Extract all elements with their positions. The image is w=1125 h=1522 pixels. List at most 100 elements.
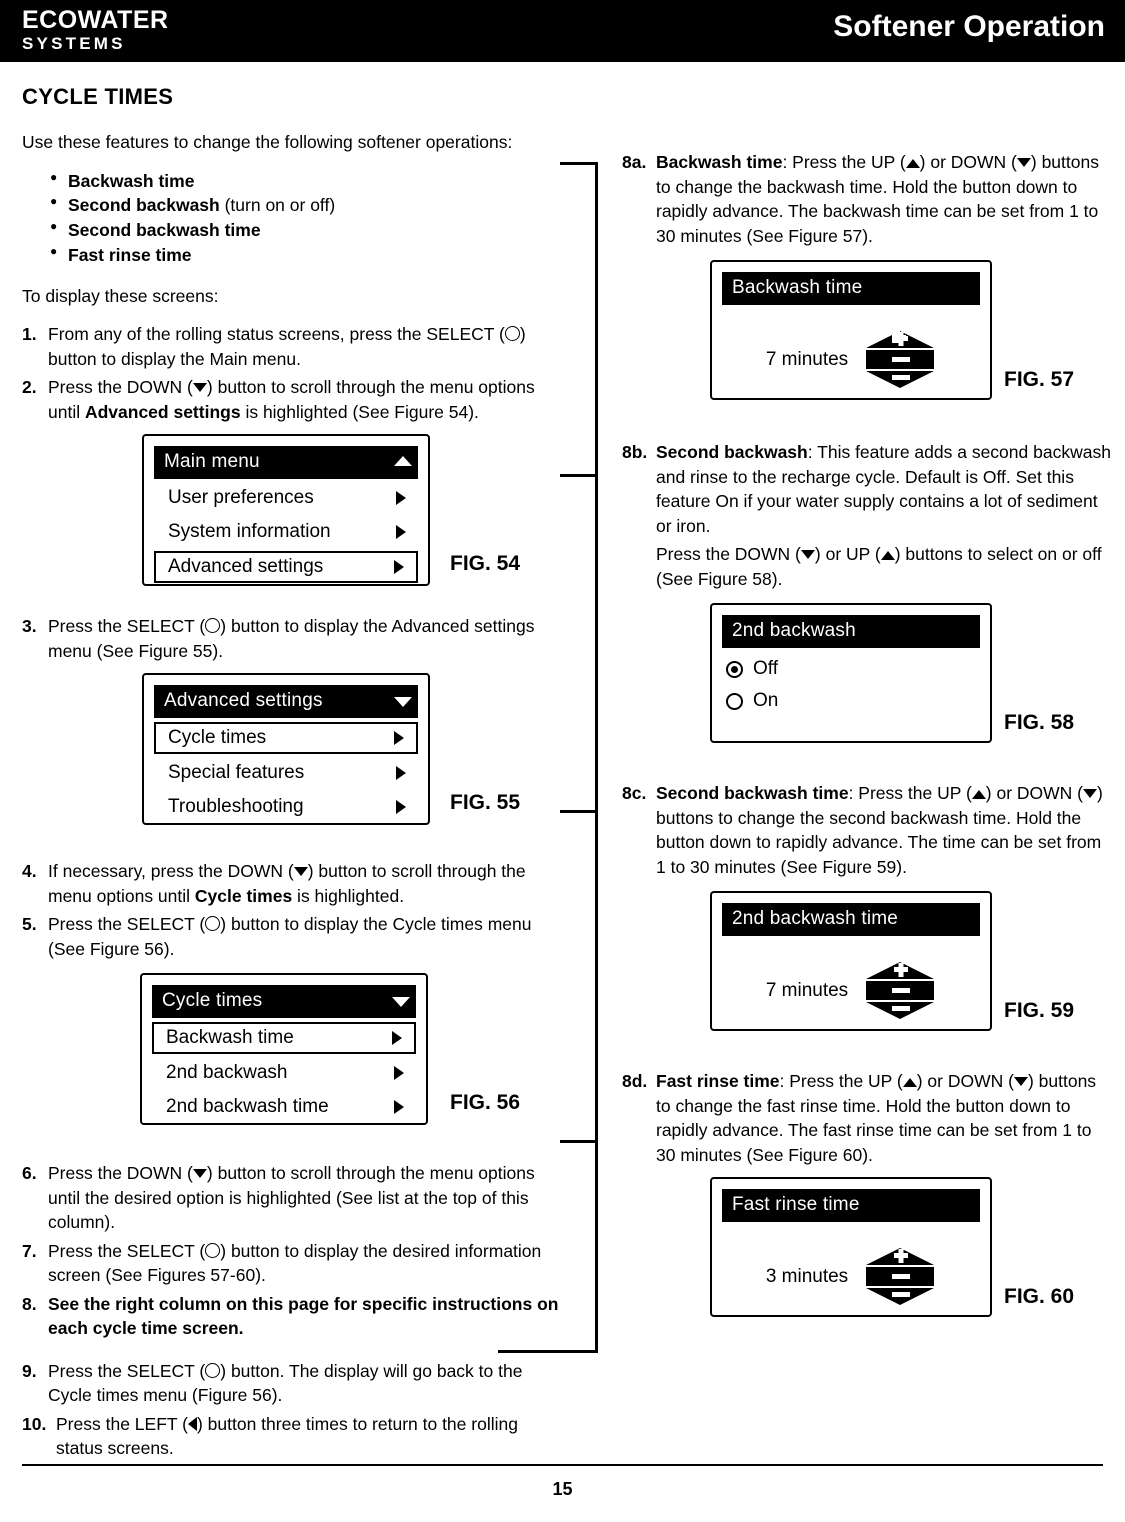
bullet-bold-text: Second backwash time bbox=[68, 220, 261, 241]
chevron-right-icon bbox=[396, 491, 406, 506]
menu-item-label: Troubleshooting bbox=[168, 796, 304, 818]
step-text-a: Press the DOWN ( bbox=[48, 1163, 193, 1184]
list-item: Backwash time bbox=[50, 169, 567, 194]
lcd-title: Backwash time bbox=[722, 272, 980, 305]
bracket-branch-8a bbox=[560, 162, 598, 165]
step-bold-text: Fast rinse time bbox=[656, 1071, 780, 1091]
step-text-a: Press the SELECT ( bbox=[48, 616, 206, 637]
bullet-bold-text: Backwash time bbox=[68, 170, 195, 191]
lcd-screen-fast-rinse-time: Fast rinse time 3 minutes bbox=[710, 1177, 992, 1317]
menu-item-user-preferences[interactable]: User preferences bbox=[154, 483, 418, 513]
lcd-title: Advanced settings bbox=[154, 685, 418, 719]
step-bold-text: Second backwash bbox=[656, 442, 808, 462]
chevron-right-icon bbox=[394, 1066, 404, 1081]
step-8b: 8b. Second backwash: This feature adds a… bbox=[622, 440, 1112, 538]
step-text-3: ) or UP ( bbox=[814, 544, 881, 564]
menu-item-label: 2nd backwash bbox=[166, 1062, 288, 1084]
section-title: CYCLE TIMES bbox=[22, 84, 174, 109]
up-arrow-icon bbox=[880, 551, 895, 560]
menu-item-advanced-settings[interactable]: Advanced settings bbox=[154, 551, 418, 584]
step-2: 2. Press the DOWN () button to scroll th… bbox=[22, 375, 567, 424]
value-text: 3 minutes bbox=[765, 1266, 849, 1287]
header-title: Softener Operation bbox=[833, 10, 1105, 43]
figure-58: 2nd backwash Off On FIG. 58 bbox=[622, 603, 1112, 771]
chevron-right-icon bbox=[394, 1100, 404, 1115]
figure-label-57: FIG. 57 bbox=[1004, 368, 1075, 391]
step-9: 9. Press the SELECT () button. The displ… bbox=[22, 1359, 567, 1408]
radio-option-off[interactable]: Off bbox=[726, 658, 990, 680]
step-8b-cont: Press the DOWN () or UP () buttons to se… bbox=[622, 542, 1112, 591]
figure-label-58: FIG. 58 bbox=[1004, 711, 1075, 734]
figure-label-56: FIG. 56 bbox=[450, 1091, 521, 1115]
up-arrow-icon bbox=[902, 1078, 917, 1087]
step-text-1: : Press the UP ( bbox=[848, 783, 972, 803]
bracket-branch-step8 bbox=[498, 1350, 598, 1353]
bullet-rest-text: (turn on or off) bbox=[219, 195, 336, 216]
menu-item-label: 2nd backwash time bbox=[166, 1096, 329, 1118]
radio-option-on[interactable]: On bbox=[726, 690, 990, 712]
menu-item-label: System information bbox=[168, 521, 331, 543]
down-arrow-icon bbox=[293, 867, 308, 877]
step-number: 8d. bbox=[622, 1071, 648, 1091]
step-number: 7. bbox=[22, 1240, 37, 1261]
step-bold-text: Advanced settings bbox=[84, 401, 241, 422]
menu-item-cycle-times[interactable]: Cycle times bbox=[154, 722, 418, 755]
plus-minus-icon bbox=[866, 1248, 935, 1305]
lcd-title: 2nd backwash time bbox=[722, 903, 980, 936]
plus-minus-control[interactable] bbox=[864, 329, 936, 391]
menu-item-system-information[interactable]: System information bbox=[154, 517, 418, 547]
step-number: 5. bbox=[22, 914, 37, 935]
figure-59: 2nd backwash time 7 minutes FIG. 59 bbox=[622, 891, 1112, 1059]
figure-57: Backwash time 7 minutes FIG. 57 bbox=[622, 260, 1112, 428]
value-adjust-row: 7 minutes bbox=[712, 960, 990, 1022]
down-arrow-icon bbox=[1013, 1077, 1028, 1086]
value-text: 7 minutes bbox=[765, 349, 849, 370]
step-bold-text: Cycle times bbox=[194, 885, 293, 906]
left-column: CYCLE TIMES Use these features to change… bbox=[22, 84, 567, 1465]
menu-item-label: Backwash time bbox=[166, 1027, 294, 1049]
right-column: 8a. Backwash time: Press the UP () or DO… bbox=[622, 150, 1112, 1337]
step-text-a: Press the SELECT ( bbox=[48, 1240, 206, 1261]
lcd-screen-main-menu: Main menu User preferences System inform… bbox=[142, 434, 430, 587]
list-item: Second backwash (turn on or off) bbox=[50, 193, 567, 218]
select-button-icon bbox=[504, 326, 520, 342]
chevron-right-icon bbox=[394, 731, 404, 746]
plus-minus-icon bbox=[866, 331, 935, 388]
step-text-c: is highlighted (See Figure 54). bbox=[240, 401, 479, 422]
menu-item-2nd-backwash-time[interactable]: 2nd backwash time bbox=[152, 1092, 416, 1122]
menu-item-troubleshooting[interactable]: Troubleshooting bbox=[154, 792, 418, 822]
step-number: 8b. bbox=[622, 442, 648, 462]
step-8c: 8c. Second backwash time: Press the UP (… bbox=[622, 781, 1112, 879]
plus-minus-control[interactable] bbox=[864, 1246, 936, 1308]
bullet-bold-text: Second backwash bbox=[68, 195, 220, 216]
step-8a: 8a. Backwash time: Press the UP () or DO… bbox=[622, 150, 1112, 248]
plus-minus-control[interactable] bbox=[864, 960, 936, 1022]
scroll-down-caret-icon bbox=[392, 997, 410, 1008]
step-5: 5. Press the SELECT () button to display… bbox=[22, 912, 567, 961]
step-text-c: is highlighted. bbox=[292, 885, 405, 906]
menu-item-special-features[interactable]: Special features bbox=[154, 758, 418, 788]
menu-item-backwash-time[interactable]: Backwash time bbox=[152, 1022, 416, 1055]
step-number: 8. bbox=[22, 1293, 37, 1314]
step-text-1: : Press the UP ( bbox=[782, 152, 906, 172]
lcd-screen-2nd-backwash: 2nd backwash Off On bbox=[710, 603, 992, 743]
down-arrow-icon bbox=[800, 550, 815, 559]
page-number: 15 bbox=[552, 1479, 573, 1499]
bracket-branch-8d bbox=[560, 1140, 598, 1143]
brand-name-line1: ECOWATER bbox=[22, 6, 169, 34]
figure-label-55: FIG. 55 bbox=[450, 791, 521, 815]
value-adjust-row: 7 minutes bbox=[712, 329, 990, 391]
step-text-a: Press the SELECT ( bbox=[48, 914, 206, 935]
feature-bullet-list: Backwash time Second backwash (turn on o… bbox=[22, 169, 567, 268]
lcd-screen-advanced-settings: Advanced settings Cycle times Special fe… bbox=[142, 673, 430, 826]
scroll-up-caret-icon bbox=[394, 456, 412, 467]
menu-item-label: User preferences bbox=[168, 487, 314, 509]
step-bold-text: Backwash time bbox=[656, 152, 783, 172]
step-number: 8c. bbox=[622, 783, 647, 803]
lcd-title: Fast rinse time bbox=[722, 1189, 980, 1222]
menu-item-2nd-backwash[interactable]: 2nd backwash bbox=[152, 1058, 416, 1088]
menu-item-label: Cycle times bbox=[168, 727, 267, 749]
chevron-right-icon bbox=[394, 560, 404, 575]
page-content: CYCLE TIMES Use these features to change… bbox=[0, 62, 1125, 1462]
step-10: 10. Press the LEFT () button three times… bbox=[22, 1412, 567, 1461]
